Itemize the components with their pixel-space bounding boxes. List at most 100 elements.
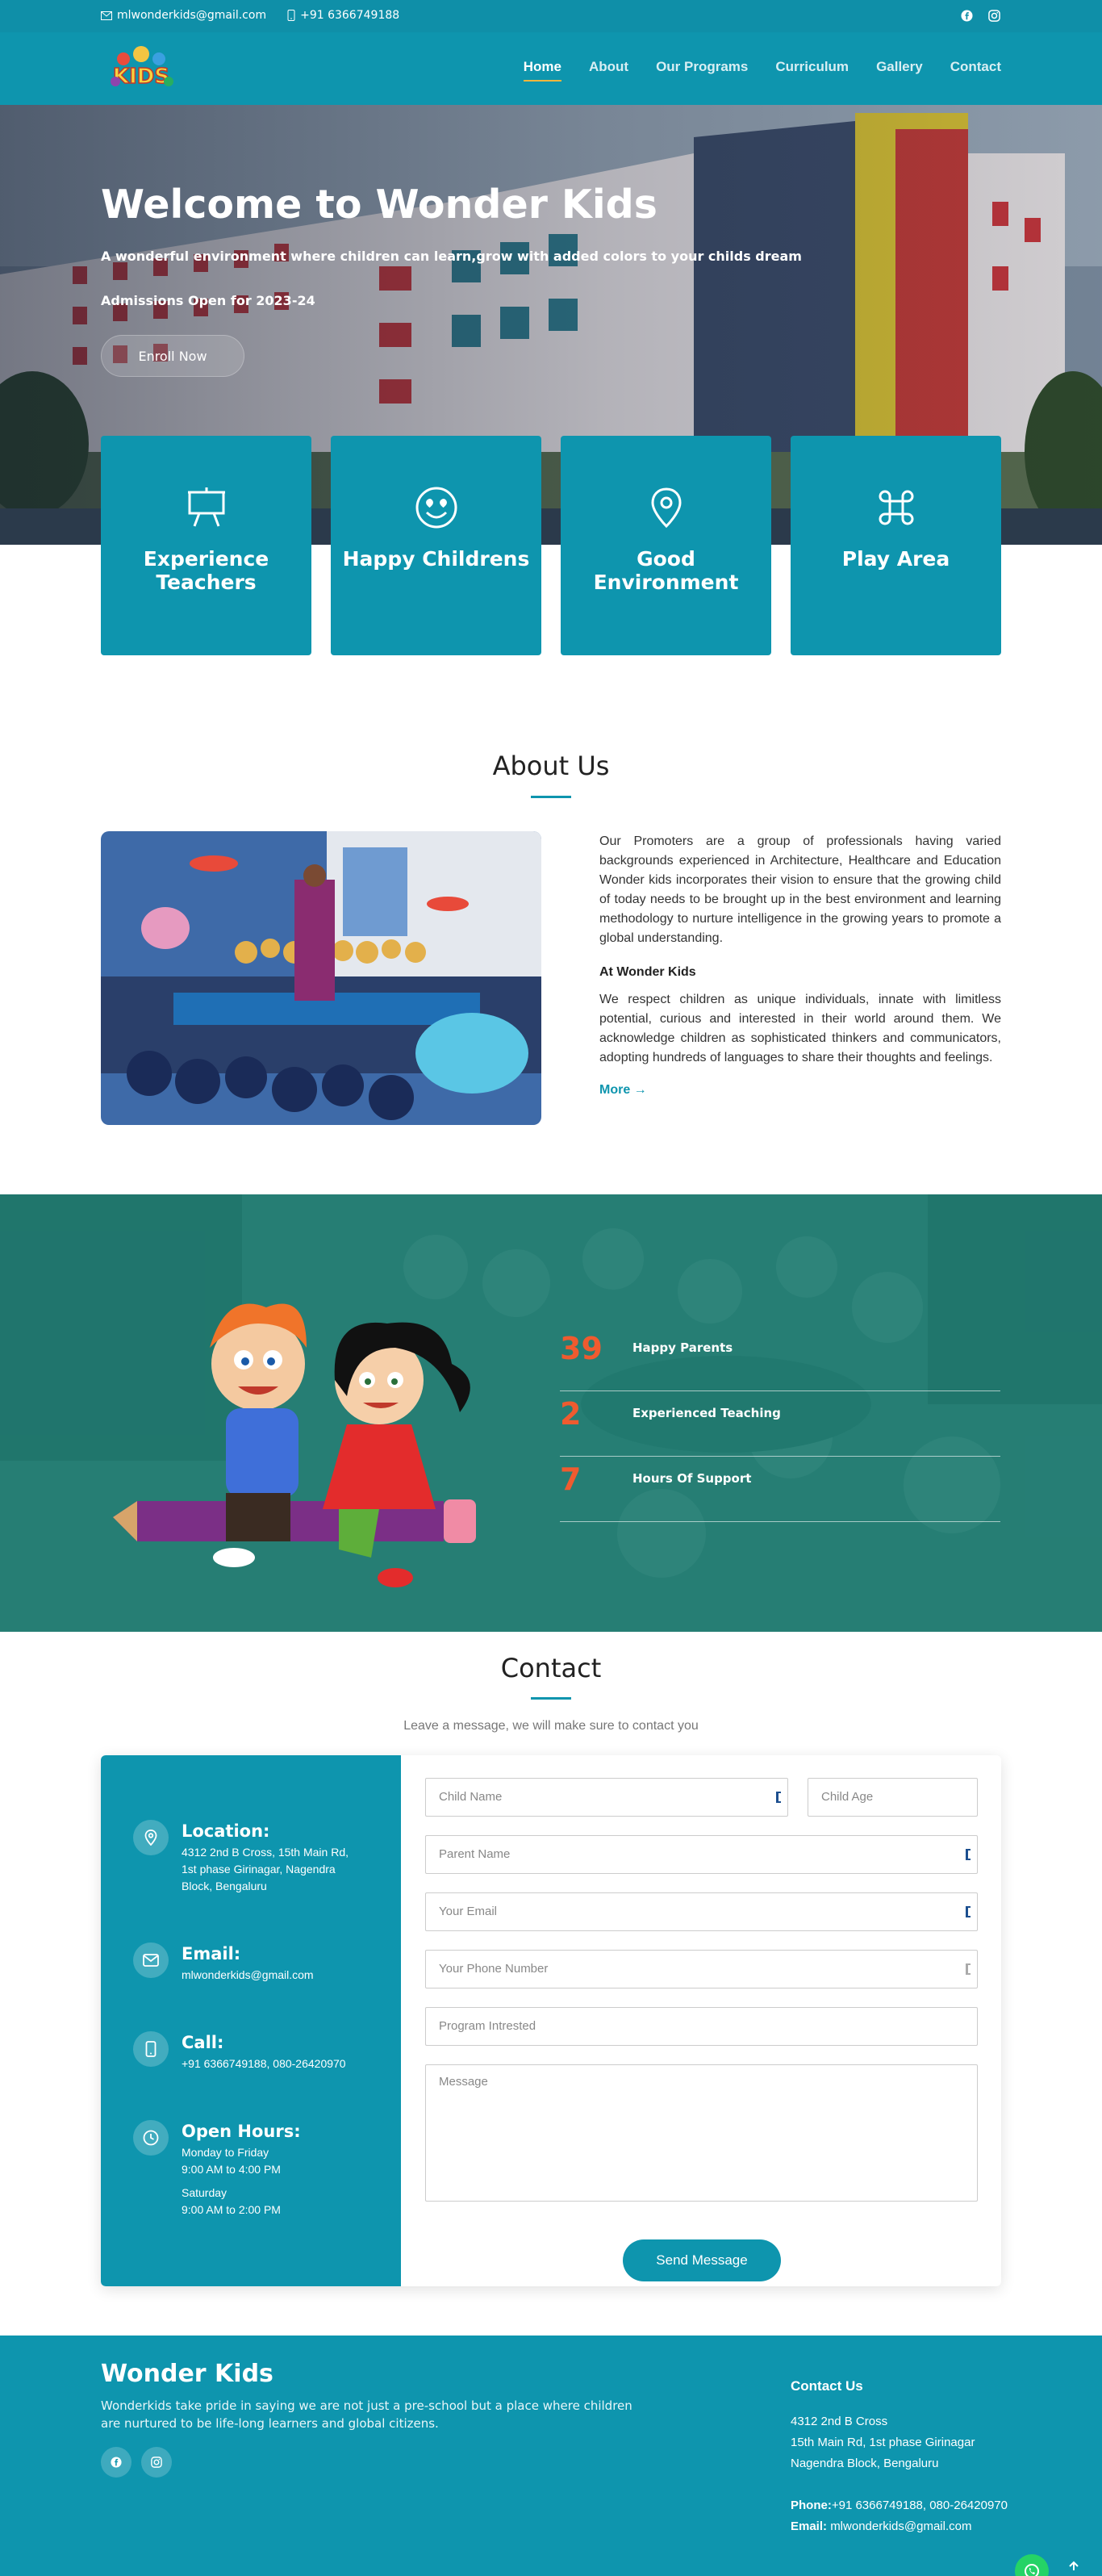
phone-icon xyxy=(133,2031,169,2067)
instagram-icon[interactable] xyxy=(141,2447,172,2478)
stat-value: 39 xyxy=(560,1331,603,1366)
top-bar: mlwonderkids@gmail.com +91 6366749188 xyxy=(0,0,1102,32)
about-text: Our Promoters are a group of professiona… xyxy=(599,832,1001,1100)
about-more-link[interactable]: More → xyxy=(599,1081,647,1100)
parent-name-placeholder: Parent Name xyxy=(439,1847,511,1861)
info-location: Location: 4312 2nd B Cross, 15th Main Rd,… xyxy=(133,1820,359,1895)
feature-card: Happy Childrens xyxy=(331,436,541,655)
nav-gallery[interactable]: Gallery xyxy=(876,59,923,75)
child-age-field[interactable]: Child Age xyxy=(808,1778,978,1817)
logo[interactable]: KIDS xyxy=(101,43,182,94)
location-icon xyxy=(133,1820,169,1855)
top-social xyxy=(959,8,1001,23)
mail-icon xyxy=(101,10,112,20)
info-detail[interactable]: mlwonderkids@gmail.com xyxy=(182,1967,359,1984)
phone-field[interactable]: Your Phone Number xyxy=(425,1950,978,1988)
info-open-hours: Open Hours: Monday to Friday 9:00 AM to … xyxy=(133,2120,359,2218)
info-detail[interactable]: +91 6366749188, 080-26420970 xyxy=(182,2055,359,2072)
footer-brand: Wonder Kids xyxy=(101,2360,273,2388)
nav-our-programs[interactable]: Our Programs xyxy=(656,59,748,75)
info-detail: Monday to Friday 9:00 AM to 4:00 PM Satu… xyxy=(182,2144,359,2218)
info-title: Open Hours: xyxy=(182,2122,301,2141)
footer-social xyxy=(101,2447,172,2478)
top-phone[interactable]: +91 6366749188 xyxy=(287,9,399,22)
hours-line: 9:00 AM to 2:00 PM xyxy=(182,2203,281,2216)
stat-item: 2 Experienced Teaching xyxy=(560,1391,1000,1457)
send-message-button[interactable]: Send Message xyxy=(623,2239,781,2281)
message-placeholder: Message xyxy=(439,2075,488,2089)
footer-address-line: 4312 2nd B Cross xyxy=(791,2415,888,2428)
about-title: About Us xyxy=(492,751,610,781)
contact-subtitle: Leave a message, we will make sure to co… xyxy=(403,1719,699,1733)
message-field[interactable]: Message xyxy=(425,2064,978,2202)
command-icon xyxy=(879,490,913,525)
feature-card: Good Environment xyxy=(561,436,771,655)
instagram-icon[interactable] xyxy=(987,8,1001,23)
stat-value: 2 xyxy=(560,1396,582,1432)
feature-title: Happy Childrens xyxy=(342,547,530,571)
enroll-now-button[interactable]: Enroll Now xyxy=(101,335,244,377)
smile-icon xyxy=(415,487,457,529)
feature-title: Play Area xyxy=(841,547,950,571)
contact-divider xyxy=(531,1697,571,1700)
hours-line: Monday to Friday xyxy=(182,2146,269,2159)
hero-admissions: Admissions Open for 2023-24 xyxy=(101,293,315,308)
info-title: Location: xyxy=(182,1821,270,1841)
nav-contact[interactable]: Contact xyxy=(950,59,1001,75)
about-paragraph-2: We respect children as unique individual… xyxy=(599,993,1001,1064)
top-email-text: mlwonderkids@gmail.com xyxy=(117,9,267,22)
autofill-icon xyxy=(966,1906,971,1917)
hours-line: Saturday xyxy=(182,2186,227,2199)
footer-description: Wonderkids take pride in saying we are n… xyxy=(101,2398,632,2431)
contact-title: Contact xyxy=(500,1653,602,1683)
facebook-icon[interactable] xyxy=(959,8,974,23)
feature-title: Good Environment xyxy=(593,547,739,594)
info-title: Call: xyxy=(182,2033,224,2052)
stat-value: 7 xyxy=(560,1462,582,1497)
footer-email-value[interactable]: mlwonderkids@gmail.com xyxy=(830,2520,971,2533)
contact-card: Location: 4312 2nd B Cross, 15th Main Rd,… xyxy=(101,1755,1001,2286)
hero-subtitle: A wonderful environment where children c… xyxy=(101,249,802,264)
info-detail: 4312 2nd B Cross, 15th Main Rd, 1st phas… xyxy=(182,1846,349,1892)
stat-item: 39 Happy Parents xyxy=(560,1326,1000,1391)
stat-label: Experienced Teaching xyxy=(632,1406,781,1420)
about-subheading: At Wonder Kids xyxy=(599,965,696,979)
email-field[interactable]: Your Email xyxy=(425,1892,978,1931)
phone-placeholder: Your Phone Number xyxy=(439,1962,549,1976)
child-age-placeholder: Child Age xyxy=(821,1790,874,1804)
stats-section: 39 Happy Parents 2 Experienced Teaching … xyxy=(0,1194,1102,1632)
footer-email: Email: mlwonderkids@gmail.com xyxy=(791,2516,1057,2537)
top-contact: mlwonderkids@gmail.com +91 6366749188 xyxy=(101,9,399,22)
scroll-to-top-button[interactable] xyxy=(1063,2557,1084,2576)
contact-info-panel: Location: 4312 2nd B Cross, 15th Main Rd,… xyxy=(101,1755,401,2286)
feature-title: Experience Teachers xyxy=(143,547,269,594)
easel-icon xyxy=(187,487,225,527)
facebook-icon[interactable] xyxy=(101,2447,131,2478)
footer-phone-label: Phone: xyxy=(791,2499,832,2512)
stat-list: 39 Happy Parents 2 Experienced Teaching … xyxy=(560,1326,1000,1522)
nav-curriculum[interactable]: Curriculum xyxy=(775,59,849,75)
nav-home[interactable]: Home xyxy=(523,59,562,82)
phone-icon xyxy=(287,10,295,21)
footer-phone-value[interactable]: +91 6366749188, 080-26420970 xyxy=(832,2499,1008,2512)
stat-item: 7 Hours Of Support xyxy=(560,1457,1000,1522)
info-email: Email: mlwonderkids@gmail.com xyxy=(133,1942,359,1984)
stat-label: Happy Parents xyxy=(632,1340,733,1355)
top-email[interactable]: mlwonderkids@gmail.com xyxy=(101,9,266,22)
footer-address-line: 15th Main Rd, 1st phase Girinagar xyxy=(791,2436,975,2449)
feature-card: Play Area xyxy=(791,436,1001,655)
child-name-field[interactable]: Child Name xyxy=(425,1778,788,1817)
info-title: Email: xyxy=(182,1944,241,1963)
nav-about[interactable]: About xyxy=(589,59,628,75)
program-field[interactable]: Program Intrested xyxy=(425,2007,978,2046)
arrow-up-icon xyxy=(1069,2561,1079,2570)
location-pin-icon xyxy=(650,487,682,529)
parent-name-field[interactable]: Parent Name xyxy=(425,1835,978,1874)
site-footer: Wonder Kids Wonderkids take pride in say… xyxy=(0,2336,1102,2576)
program-placeholder: Program Intrested xyxy=(439,2019,536,2033)
footer-phone: Phone:+91 6366749188, 080-26420970 xyxy=(791,2495,1057,2516)
stat-label: Hours Of Support xyxy=(632,1471,752,1486)
hours-line: 9:00 AM to 4:00 PM xyxy=(182,2163,281,2176)
footer-address-line: Nagendra Block, Bengaluru xyxy=(791,2457,939,2470)
autofill-icon xyxy=(966,1963,971,1975)
